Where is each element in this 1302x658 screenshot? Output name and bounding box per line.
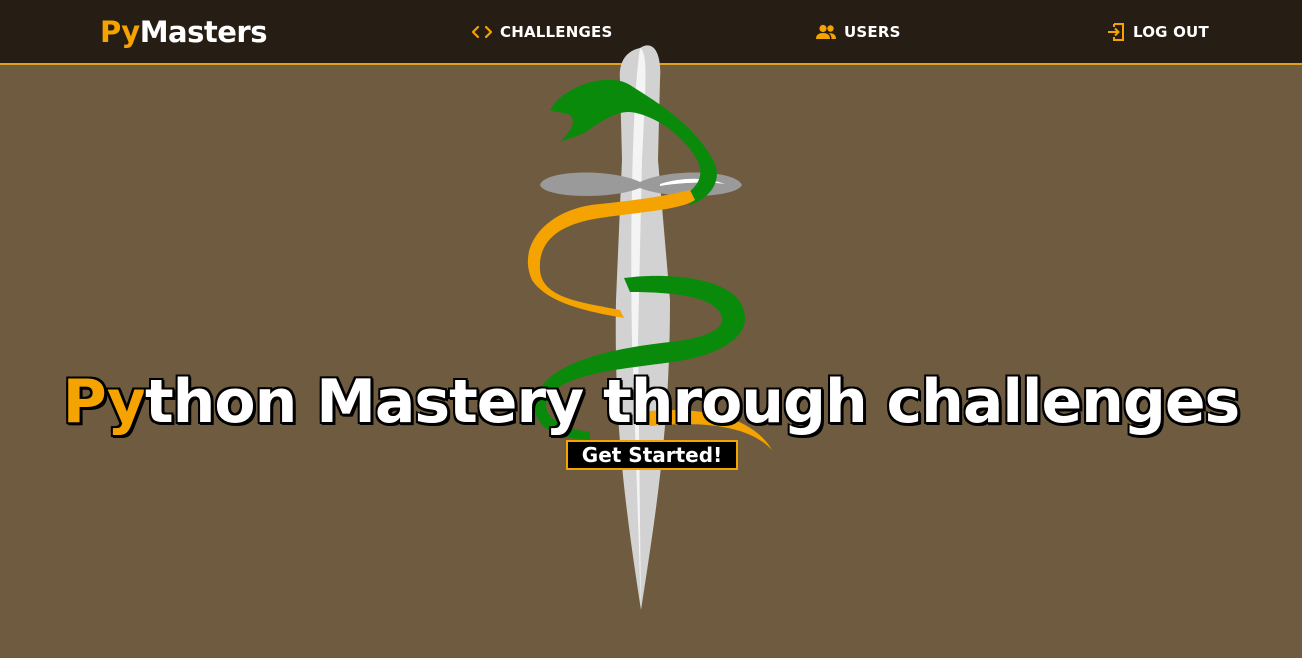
users-icon — [815, 24, 837, 40]
nav-link-logout[interactable]: LOG OUT — [1106, 20, 1209, 44]
hero-title: Python Mastery through challenges — [0, 362, 1302, 442]
hero-title-accent: Py — [62, 367, 146, 438]
get-started-button[interactable]: Get Started! — [566, 440, 738, 470]
brand-logo[interactable]: PyMasters — [100, 12, 268, 52]
hero-title-rest: thon Mastery through challenges — [144, 367, 1240, 438]
python-sword-logo — [520, 40, 780, 615]
nav-link-label: CHALLENGES — [500, 23, 613, 41]
logout-icon — [1106, 22, 1126, 42]
nav-link-users[interactable]: USERS — [815, 20, 901, 44]
snake-body-orange — [527, 190, 695, 318]
code-icon — [471, 25, 493, 39]
brand-accent: Py — [100, 15, 140, 49]
nav-link-label: LOG OUT — [1133, 23, 1209, 41]
brand-rest: Masters — [139, 15, 268, 49]
nav-link-label: USERS — [844, 23, 901, 41]
